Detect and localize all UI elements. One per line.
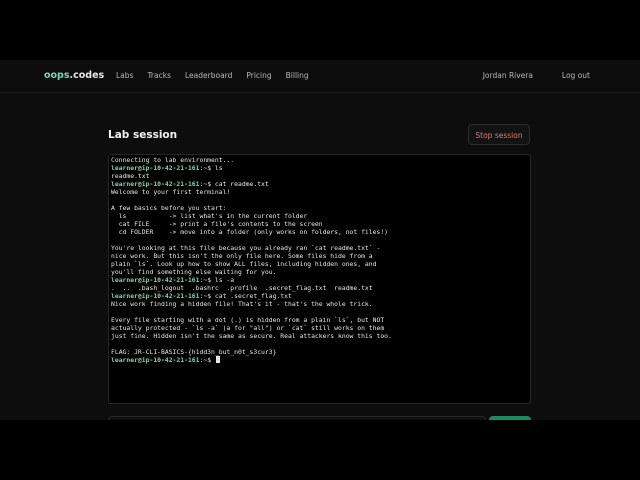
terminal-line: Welcome to your first terminal!: [111, 188, 528, 196]
brand-name: oops: [44, 70, 70, 81]
terminal-prompt: learner@ip-10-42-21-161: [111, 356, 200, 364]
terminal-text: :~$ ls: [199, 164, 223, 172]
terminal-line: learner@ip-10-42-21-161:~$: [111, 356, 528, 364]
terminal-line: you'll find something else waiting for y…: [111, 268, 528, 276]
terminal-line: plain `ls`. Look up how to show ALL file…: [111, 260, 528, 268]
run-button[interactable]: [489, 416, 531, 420]
terminal-text: you'll find something else waiting for y…: [111, 268, 277, 276]
terminal-text: :~$ cat .secret_flag.txt: [199, 292, 292, 300]
terminal-line: cat FILE -> print a file's contents to t…: [111, 220, 528, 228]
terminal-line: readme.txt: [111, 172, 528, 180]
terminal-line: learner@ip-10-42-21-161:~$ cat readme.tx…: [111, 180, 528, 188]
terminal-line: A few basics before you start:: [111, 204, 528, 212]
terminal-line: learner@ip-10-42-21-161:~$ ls: [111, 164, 528, 172]
terminal-prompt: learner@ip-10-42-21-161: [111, 180, 200, 188]
nav-links: Labs Tracks Leaderboard Pricing Billing: [116, 71, 323, 80]
terminal-text: plain `ls`. Look up how to show ALL file…: [111, 260, 377, 268]
terminal-text: :~$ ls -a: [199, 276, 235, 284]
user-name[interactable]: Jordan Rivera: [483, 71, 533, 80]
brand-logo[interactable]: oops.codes: [44, 70, 104, 81]
terminal-line: You're looking at this file because you …: [111, 244, 528, 252]
terminal-line: just fine. Hidden isn't the same as secu…: [111, 332, 528, 340]
terminal-line: cd FOLDER -> move into a folder (only wo…: [111, 228, 528, 236]
page-title: Lab session: [108, 129, 178, 141]
terminal-text: cat FILE -> print a file's contents to t…: [111, 220, 323, 228]
terminal-line: Nice work finding a hidden file! That's …: [111, 300, 528, 308]
nav-link-billing[interactable]: Billing: [286, 71, 309, 80]
terminal-text: just fine. Hidden isn't the same as secu…: [111, 332, 392, 340]
nav-link-tracks[interactable]: Tracks: [147, 71, 171, 80]
terminal-text: A few basics before you start:: [111, 204, 227, 212]
terminal-line: FLAG: JR-CLI-BASICS-{h1dd3n_but_n0t_s3cu…: [111, 348, 528, 356]
command-input[interactable]: [108, 416, 486, 420]
terminal-text: :~$ cat readme.txt: [199, 180, 269, 188]
logout-link[interactable]: Log out: [562, 71, 590, 80]
terminal-line: . .. .bash_logout .bashrc .profile .secr…: [111, 284, 528, 292]
terminal-cursor: [215, 356, 220, 363]
nav-link-leaderboard[interactable]: Leaderboard: [185, 71, 232, 80]
terminal-text: Connecting to lab environment...: [111, 156, 235, 164]
terminal-output[interactable]: Connecting to lab environment... learner@…: [108, 154, 531, 404]
terminal-text: You're looking at this file because you …: [111, 244, 381, 252]
terminal-text: nice work. But this isn't the only file …: [111, 252, 373, 260]
terminal-prompt: learner@ip-10-42-21-161: [111, 276, 200, 284]
stop-session-button[interactable]: Stop session: [468, 124, 530, 145]
terminal-text: cd FOLDER -> move into a folder (only wo…: [111, 228, 389, 236]
terminal-line: ls -> list what's in the current folder: [111, 212, 528, 220]
app-window: oops.codes Labs Tracks Leaderboard Prici…: [0, 60, 640, 420]
terminal-text: Every file starting with a dot (.) is hi…: [111, 316, 385, 324]
terminal-line: Every file starting with a dot (.) is hi…: [111, 316, 528, 324]
nav-link-labs[interactable]: Labs: [116, 71, 133, 80]
top-nav: oops.codes Labs Tracks Leaderboard Prici…: [0, 60, 640, 93]
terminal-text: readme.txt: [111, 172, 150, 180]
terminal-text: ls -> list what's in the current folder: [111, 212, 308, 220]
nav-link-pricing[interactable]: Pricing: [246, 71, 271, 80]
terminal-text: actually protected - `ls -a` (a for "all…: [111, 324, 385, 332]
terminal-text: Welcome to your first terminal!: [111, 188, 231, 196]
terminal-text: . .. .bash_logout .bashrc .profile .secr…: [111, 284, 373, 292]
terminal-line: learner@ip-10-42-21-161:~$ ls -a: [111, 276, 528, 284]
terminal-line: actually protected - `ls -a` (a for "all…: [111, 324, 528, 332]
terminal-prompt: learner@ip-10-42-21-161: [111, 164, 200, 172]
terminal-text: Nice work finding a hidden file! That's …: [111, 300, 373, 308]
terminal-text: :~$: [199, 356, 215, 364]
terminal-line: nice work. But this isn't the only file …: [111, 252, 528, 260]
terminal-line: learner@ip-10-42-21-161:~$ cat .secret_f…: [111, 292, 528, 300]
brand-domain: .codes: [69, 70, 105, 81]
terminal-line: Connecting to lab environment...: [111, 156, 528, 164]
terminal-prompt: learner@ip-10-42-21-161: [111, 292, 200, 300]
terminal-text: FLAG: JR-CLI-BASICS-{h1dd3n_but_n0t_s3cu…: [111, 348, 277, 356]
